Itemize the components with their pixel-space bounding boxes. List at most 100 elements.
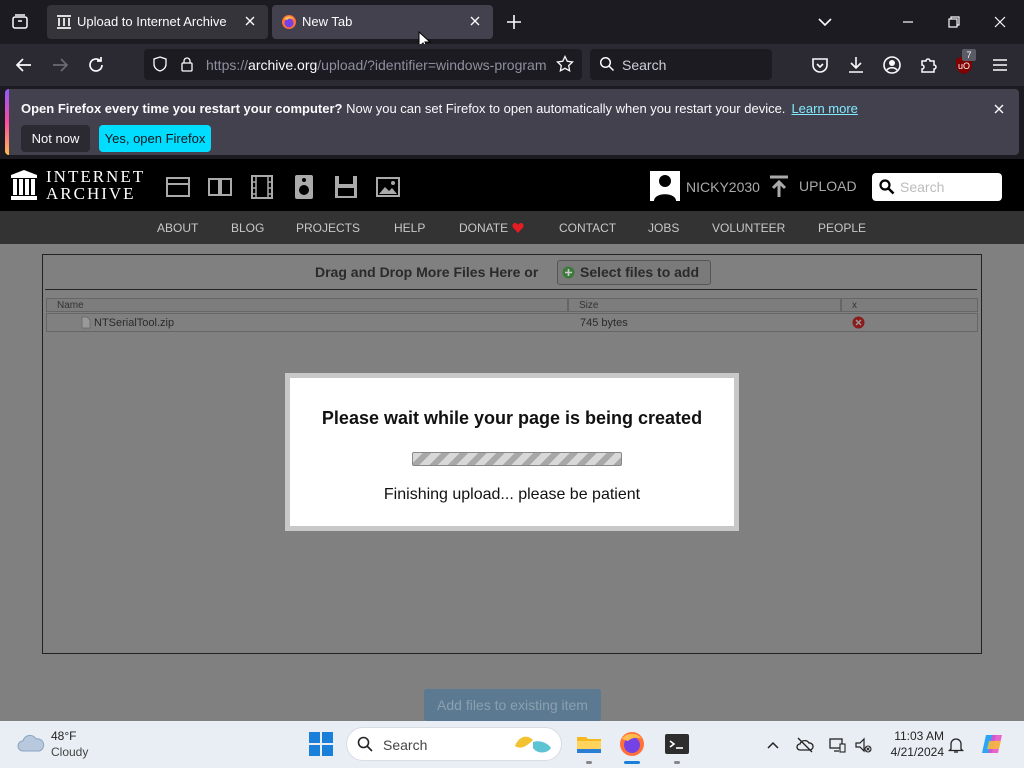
extensions-puzzle-icon[interactable] bbox=[916, 53, 940, 77]
archive-logo-text[interactable]: INTERNET ARCHIVE bbox=[46, 168, 145, 202]
images-icon[interactable] bbox=[375, 174, 401, 200]
audio-speaker-icon[interactable] bbox=[291, 174, 317, 200]
close-notification-icon[interactable] bbox=[991, 101, 1007, 117]
nav-contact[interactable]: CONTACT bbox=[559, 221, 616, 235]
texts-book-icon[interactable] bbox=[207, 174, 233, 200]
nav-projects[interactable]: PROJECTS bbox=[296, 221, 360, 235]
list-all-tabs-chevron-icon[interactable] bbox=[816, 13, 834, 31]
account-icon[interactable] bbox=[880, 53, 904, 77]
nav-about[interactable]: ABOUT bbox=[157, 221, 198, 235]
nav-people[interactable]: PEOPLE bbox=[818, 221, 866, 235]
svg-text:uO: uO bbox=[958, 61, 970, 71]
user-avatar-icon[interactable] bbox=[650, 171, 680, 201]
donate-heart-icon bbox=[512, 222, 524, 234]
tab-strip: Upload to Internet Archive New Tab bbox=[0, 0, 1024, 51]
clock-time[interactable]: 11:03 AM bbox=[884, 729, 944, 743]
file-explorer-icon[interactable] bbox=[575, 730, 603, 758]
firefox-notification-bar: Open Firefox every time you restart your… bbox=[5, 89, 1019, 155]
firefox-taskbar-icon[interactable] bbox=[618, 730, 646, 758]
notification-bold-text: Open Firefox every time you restart your… bbox=[21, 101, 343, 116]
tab-list-icon[interactable] bbox=[10, 12, 30, 32]
search-highlight-icon bbox=[513, 732, 555, 756]
weather-temperature[interactable]: 48°F bbox=[51, 729, 76, 743]
restore-window-icon[interactable] bbox=[944, 12, 964, 32]
notifications-bell-icon[interactable] bbox=[947, 736, 965, 754]
search-icon bbox=[357, 736, 373, 752]
table-row: NTSerialTool.zip 745 bytes bbox=[46, 313, 978, 332]
address-bar[interactable]: https://archive.org/upload/?identifier=w… bbox=[144, 49, 582, 80]
nav-help[interactable]: HELP bbox=[394, 221, 425, 235]
lock-icon[interactable] bbox=[179, 56, 195, 72]
upload-arrow-icon[interactable] bbox=[768, 175, 790, 199]
archive-search-input[interactable]: Search bbox=[872, 173, 1002, 201]
reload-icon[interactable] bbox=[84, 53, 108, 77]
url-text[interactable]: https://archive.org/upload/?identifier=w… bbox=[206, 57, 546, 73]
column-header-size: Size bbox=[568, 298, 841, 312]
firefox-active-indicator bbox=[624, 761, 640, 764]
taskbar-search-box[interactable]: Search bbox=[346, 727, 562, 761]
cloudy-weather-icon[interactable] bbox=[16, 731, 46, 755]
yes-open-firefox-button[interactable]: Yes, open Firefox bbox=[99, 125, 211, 152]
minimize-window-icon[interactable] bbox=[898, 12, 918, 32]
display-icon[interactable] bbox=[828, 736, 846, 754]
nav-jobs[interactable]: JOBS bbox=[648, 221, 679, 235]
nav-donate[interactable]: DONATE bbox=[459, 221, 508, 235]
divider bbox=[45, 289, 977, 290]
network-volume-icon[interactable] bbox=[854, 736, 872, 754]
terminal-icon[interactable] bbox=[663, 730, 691, 758]
notification-text: Now you can set Firefox to open automati… bbox=[342, 101, 786, 116]
taskbar-search-label: Search bbox=[383, 737, 428, 753]
tab-title: Upload to Internet Archive bbox=[77, 14, 227, 29]
file-icon bbox=[81, 316, 91, 329]
clock-date[interactable]: 4/21/2024 bbox=[884, 745, 944, 759]
url-host: archive.org bbox=[248, 57, 318, 73]
file-size: 745 bytes bbox=[580, 317, 628, 329]
extension-badge-count: 7 bbox=[962, 49, 976, 61]
show-hidden-icons-chevron-icon[interactable] bbox=[764, 736, 782, 754]
search-icon bbox=[879, 179, 895, 195]
firefox-favicon-icon bbox=[281, 14, 297, 30]
drop-files-title: Drag and Drop More Files Here or bbox=[315, 264, 539, 280]
back-arrow-icon[interactable] bbox=[12, 53, 36, 77]
nav-volunteer[interactable]: VOLUNTEER bbox=[712, 221, 785, 235]
url-path: /upload/?identifier=windows-program bbox=[317, 57, 546, 73]
remove-file-icon[interactable] bbox=[852, 316, 865, 329]
close-tab-icon[interactable] bbox=[467, 13, 483, 29]
not-now-button[interactable]: Not now bbox=[21, 125, 90, 152]
forward-arrow-icon[interactable] bbox=[48, 53, 72, 77]
nav-blog[interactable]: BLOG bbox=[231, 221, 264, 235]
archive-search-placeholder: Search bbox=[900, 179, 945, 195]
software-floppy-icon[interactable] bbox=[333, 174, 359, 200]
copilot-preview-icon[interactable] bbox=[980, 731, 1006, 757]
close-tab-icon[interactable] bbox=[242, 13, 258, 29]
tracking-protection-shield-icon[interactable] bbox=[152, 56, 168, 72]
bookmark-star-icon[interactable] bbox=[556, 55, 574, 73]
onedrive-offline-icon[interactable] bbox=[796, 736, 814, 754]
modal-message: Finishing upload... please be patient bbox=[383, 486, 641, 503]
select-files-button[interactable]: Select files to add bbox=[557, 260, 711, 285]
downloads-icon[interactable] bbox=[844, 53, 868, 77]
close-window-icon[interactable] bbox=[990, 12, 1010, 32]
video-film-icon[interactable] bbox=[249, 174, 275, 200]
windows-taskbar: 48°F Cloudy Search 11:03 AM 4/21/2024 bbox=[0, 721, 1024, 768]
windows-start-icon[interactable] bbox=[307, 730, 335, 758]
learn-more-link[interactable]: Learn more bbox=[791, 101, 857, 116]
hamburger-menu-icon[interactable] bbox=[988, 53, 1012, 77]
url-prefix: https:// bbox=[206, 57, 249, 73]
archive-logo-icon[interactable] bbox=[10, 169, 38, 201]
upload-link[interactable]: UPLOAD bbox=[799, 178, 857, 194]
file-name: NTSerialTool.zip bbox=[94, 317, 175, 329]
terminal-running-indicator bbox=[674, 761, 680, 764]
tab-upload-archive[interactable]: Upload to Internet Archive bbox=[47, 5, 268, 39]
logo-line-2: ARCHIVE bbox=[46, 184, 136, 203]
new-tab-plus-icon[interactable] bbox=[505, 13, 523, 31]
browser-search-bar[interactable]: Search bbox=[590, 49, 772, 80]
weather-condition[interactable]: Cloudy bbox=[51, 745, 88, 759]
tab-new-tab[interactable]: New Tab bbox=[272, 5, 493, 39]
add-files-to-existing-item-button[interactable]: Add files to existing item bbox=[424, 689, 601, 721]
progress-bar bbox=[412, 452, 622, 466]
username-label[interactable]: NICKY2030 bbox=[686, 179, 760, 195]
progress-modal: Please wait while your page is being cre… bbox=[285, 373, 739, 531]
pocket-icon[interactable] bbox=[808, 53, 832, 77]
web-wayback-icon[interactable] bbox=[165, 174, 191, 200]
